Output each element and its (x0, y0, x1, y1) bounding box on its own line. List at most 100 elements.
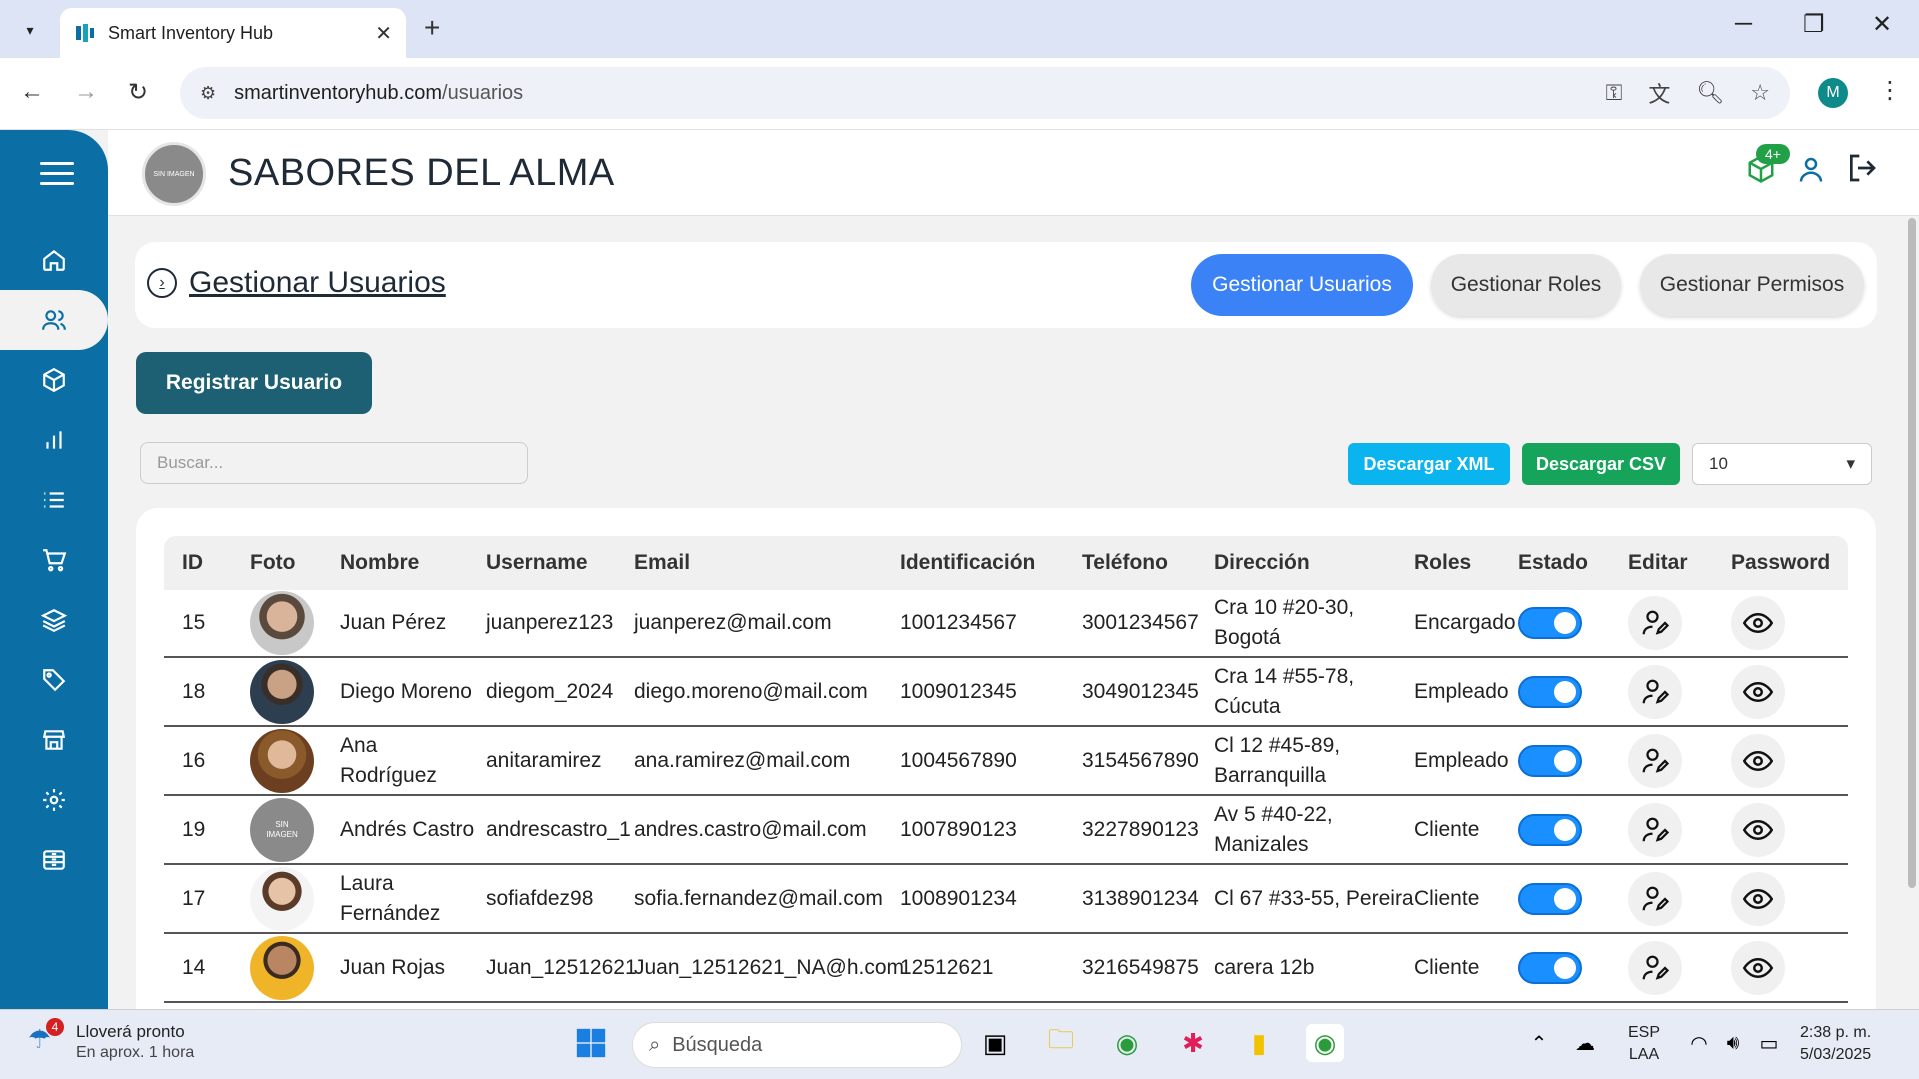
password-key-icon[interactable]: ⚿ (1606, 80, 1623, 106)
register-user-button[interactable]: Registrar Usuario (136, 352, 372, 414)
reload-icon[interactable]: ↻ (128, 78, 148, 107)
sidebar-item-home[interactable] (0, 230, 108, 290)
view-password-button[interactable] (1731, 803, 1785, 857)
powerbi-icon[interactable]: ▮ (1240, 1024, 1278, 1062)
cell-editar (1628, 866, 1698, 932)
cell-nombre: Diego Moreno (340, 680, 472, 703)
sidebar-item-reports[interactable] (0, 410, 108, 470)
new-tab-icon[interactable]: + (424, 12, 440, 44)
page-scrollbar[interactable] (1908, 218, 1916, 888)
logout-icon[interactable] (1846, 152, 1878, 191)
sidebar-item-users[interactable] (0, 290, 108, 350)
col-nombre: Nombre (340, 551, 420, 574)
eye-icon (1743, 888, 1773, 910)
col-telefono: Teléfono (1082, 551, 1168, 574)
user-edit-icon (1642, 748, 1670, 773)
forward-icon[interactable]: → (74, 78, 98, 106)
tab-search-chevron-icon[interactable]: ▾ (14, 14, 46, 46)
chrome-active-icon[interactable]: ◉ (1306, 1024, 1344, 1062)
cell-identificacion: 1009012345 (900, 680, 1017, 703)
status-toggle[interactable] (1518, 607, 1582, 639)
package-notification-icon[interactable] (1746, 154, 1776, 191)
sidebar-item-store[interactable] (0, 710, 108, 770)
sidebar-item-layers[interactable] (0, 590, 108, 650)
sidebar-item-list[interactable] (0, 470, 108, 530)
col-email: Email (634, 551, 691, 574)
user-edit-icon (1642, 955, 1670, 980)
cell-nombre: Andrés Castro (340, 818, 475, 841)
file-explorer-icon[interactable]: 🗀 (1042, 1024, 1080, 1062)
edit-user-button[interactable] (1628, 596, 1682, 650)
edit-user-button[interactable] (1628, 941, 1682, 995)
bookmark-star-icon[interactable]: ☆ (1750, 80, 1770, 106)
onedrive-icon[interactable]: ☁ (1566, 1024, 1604, 1062)
volume-icon[interactable]: 🔊︎ (1714, 1024, 1752, 1062)
status-toggle[interactable] (1518, 883, 1582, 915)
view-password-button[interactable] (1731, 596, 1785, 650)
cell-nombre: Laura Fernández (340, 872, 441, 925)
minimize-icon[interactable]: ─ (1735, 10, 1752, 38)
wifi-icon[interactable]: ◠ (1680, 1024, 1718, 1062)
hamburger-menu-icon[interactable] (40, 162, 74, 192)
sidebar-item-products[interactable] (0, 350, 108, 410)
tab-gestionar-roles[interactable]: Gestionar Roles (1431, 254, 1621, 316)
url-field[interactable]: ⚙ smartinventoryhub.com/usuarios ⚿ 文 🔍︎ … (180, 67, 1790, 119)
view-password-button[interactable] (1731, 665, 1785, 719)
edit-user-button[interactable] (1628, 665, 1682, 719)
back-icon[interactable]: ← (20, 78, 44, 106)
status-toggle[interactable] (1518, 745, 1582, 777)
page-size-select[interactable]: 10 ▾ (1692, 443, 1872, 485)
language-indicator[interactable]: ESP LAA (1628, 1024, 1660, 1064)
edit-user-button[interactable] (1628, 734, 1682, 788)
tab-close-icon[interactable]: ✕ (375, 21, 392, 46)
zoom-icon[interactable]: 🔍︎ (1696, 80, 1724, 106)
cell-password (1731, 590, 1811, 656)
slack-icon[interactable]: ✱ (1174, 1024, 1212, 1062)
cell-rol: Cliente (1414, 887, 1480, 910)
task-view-icon[interactable]: ▣ (976, 1024, 1014, 1062)
profile-avatar[interactable]: M (1818, 78, 1848, 108)
taskbar-search-input[interactable]: ⌕ Búsqueda (632, 1022, 962, 1068)
tab-gestionar-permisos[interactable]: Gestionar Permisos (1640, 254, 1864, 316)
browser-menu-icon[interactable]: ⋮ (1878, 76, 1902, 105)
restore-icon[interactable]: ❐ (1803, 10, 1825, 39)
status-toggle[interactable] (1518, 952, 1582, 984)
weather-widget[interactable]: ☂ 4 Lloverá pronto En aprox. 1 hora (28, 1018, 194, 1062)
view-password-button[interactable] (1731, 941, 1785, 995)
sidebar-item-cart[interactable] (0, 530, 108, 590)
cell-estado (1518, 659, 1608, 725)
tray-expand-icon[interactable]: ⌃ (1520, 1024, 1558, 1062)
cell-password (1731, 935, 1811, 1001)
section-title: › Gestionar Usuarios (147, 266, 446, 300)
home-icon (43, 249, 65, 271)
cell-telefono: 3138901234 (1082, 887, 1199, 910)
sidebar-item-settings[interactable] (0, 770, 108, 830)
edit-user-button[interactable] (1628, 872, 1682, 926)
sidebar-item-archive[interactable] (0, 830, 108, 890)
clock[interactable]: 2:38 p. m. 5/03/2025 (1800, 1024, 1871, 1064)
cell-foto: SIN IMAGEN (250, 797, 330, 863)
cell-nombre: Juan Rojas (340, 956, 446, 979)
user-profile-icon[interactable] (1796, 154, 1826, 191)
edit-user-button[interactable] (1628, 803, 1682, 857)
download-xml-button[interactable]: Descargar XML (1348, 443, 1510, 485)
windows-start-icon[interactable] (572, 1024, 610, 1062)
status-toggle[interactable] (1518, 676, 1582, 708)
site-info-icon[interactable]: ⚙ (200, 83, 216, 104)
browser-tab[interactable]: Smart Inventory Hub ✕ (60, 8, 406, 58)
search-input[interactable]: Buscar... (140, 442, 528, 484)
close-window-icon[interactable]: ✕ (1872, 10, 1892, 39)
status-toggle[interactable] (1518, 814, 1582, 846)
tab-gestionar-usuarios[interactable]: Gestionar Usuarios (1191, 254, 1413, 316)
app-favicon-icon (76, 24, 94, 42)
battery-icon[interactable]: ▭ (1750, 1024, 1788, 1062)
bar-chart-icon (46, 431, 62, 449)
download-csv-button[interactable]: Descargar CSV (1522, 443, 1680, 485)
translate-icon[interactable]: 文 (1648, 77, 1670, 109)
cell-identificacion: 1007890123 (900, 818, 1017, 841)
view-password-button[interactable] (1731, 734, 1785, 788)
cell-id: 18 (182, 680, 206, 703)
view-password-button[interactable] (1731, 872, 1785, 926)
sidebar-item-tags[interactable] (0, 650, 108, 710)
chrome-icon[interactable]: ◉ (1108, 1024, 1146, 1062)
